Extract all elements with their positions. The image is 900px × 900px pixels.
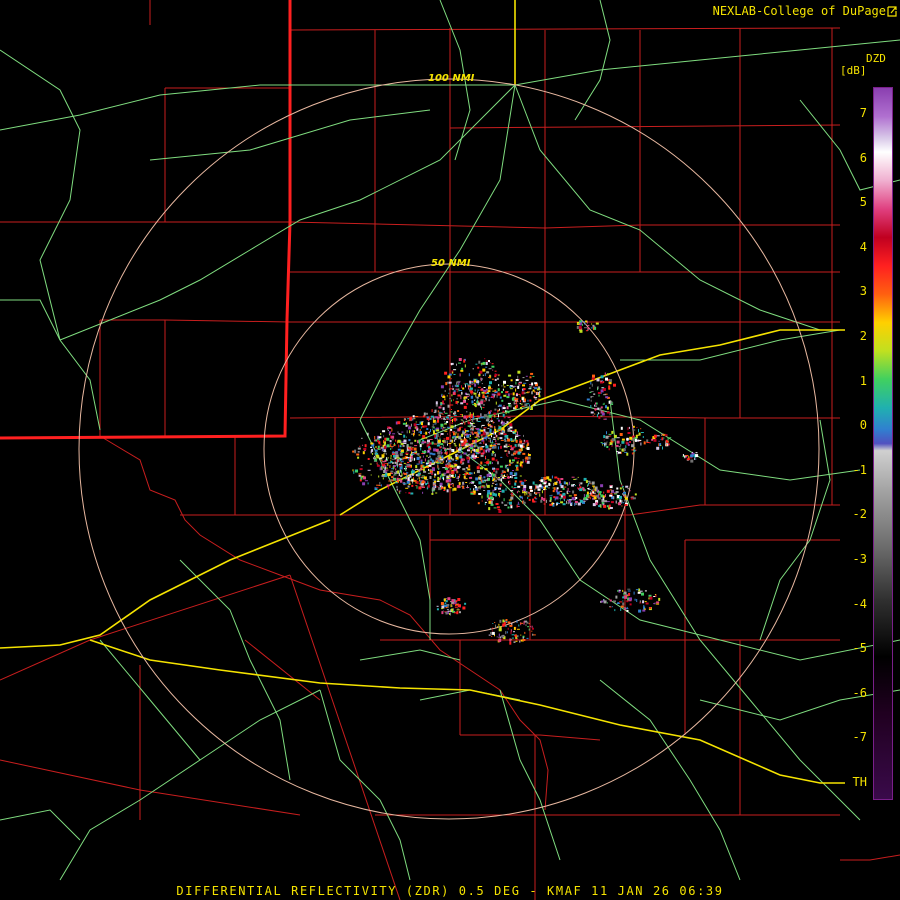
external-link-icon[interactable] [887,5,897,17]
legend-tick-label: 0 [859,418,867,433]
legend-tick-label: 3 [859,284,867,299]
range-ring-100-label: 100 NMI [428,73,475,84]
legend-tick-label: TH [852,775,867,789]
legend-tick-label: 4 [859,239,867,254]
legend-tick-label: 7 [859,106,867,120]
legend-tick-label: -3 [852,552,867,566]
legend-product-label: DZD [866,52,886,65]
legend-tick-label: 1 [859,373,867,388]
interstate-highways [0,0,845,784]
legend-tick-label: -4 [852,596,867,611]
legend-tick-label: 5 [859,195,867,210]
legend-tick-label: -7 [852,730,867,745]
legend-tick-label: -6 [852,685,867,700]
range-ring-50-label: 50 NMI [431,258,471,269]
color-scale-bar [873,87,893,800]
radar-map [0,0,900,900]
legend-tick-label: 2 [859,329,867,343]
radar-echoes [352,320,699,645]
source-credit[interactable]: NEXLAB-College of DuPage [713,4,886,18]
state-boundary-line [0,0,292,440]
legend-tick-label: 6 [859,150,867,165]
legend-tick-label: -2 [852,507,867,522]
legend-tick-label: -5 [852,641,867,656]
radar-viewport: NEXLAB-College of DuPage 100 NMI 50 NMI … [0,0,900,900]
product-caption: DIFFERENTIAL REFLECTIVITY (ZDR) 0.5 DEG … [176,884,724,898]
legend-unit-label: [dB] [840,64,867,77]
legend-tick-label: -1 [852,462,867,477]
